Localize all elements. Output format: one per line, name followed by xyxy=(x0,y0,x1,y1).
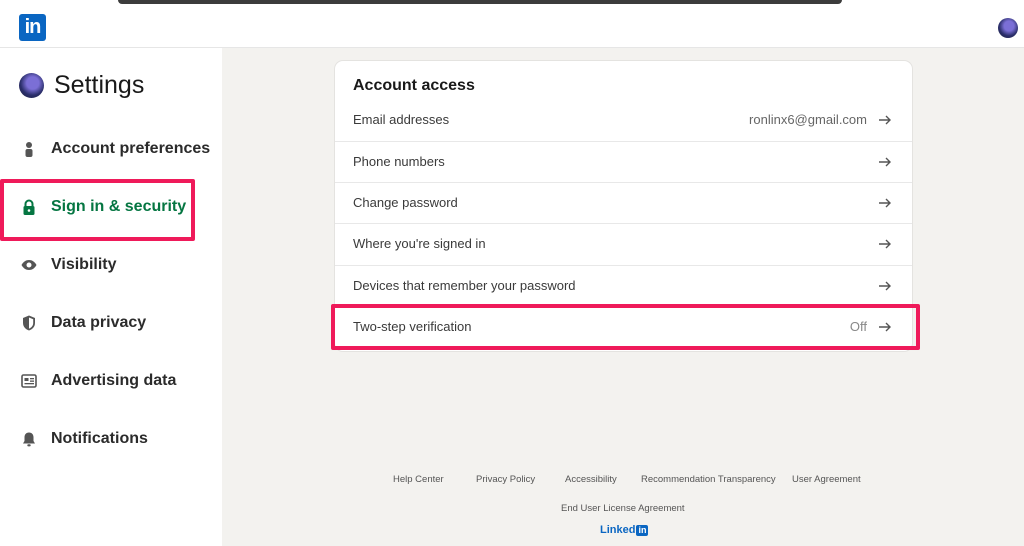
bell-icon xyxy=(23,432,35,447)
sidebar-item-advertising-data[interactable]: Advertising data xyxy=(0,361,222,401)
settings-header: Settings xyxy=(19,70,144,100)
row-two-step-verification[interactable]: Two-step verification Off xyxy=(335,306,912,347)
browser-chrome xyxy=(0,0,1024,7)
active-indicator xyxy=(0,191,2,223)
arrow-right-icon xyxy=(879,157,891,167)
eye-icon xyxy=(21,260,37,270)
row-value: Off xyxy=(849,319,867,334)
browser-tab-strip xyxy=(118,0,842,4)
arrow-right-icon xyxy=(879,115,891,125)
settings-sidebar: Settings Account preferences Sign in & s… xyxy=(0,48,222,546)
section-title: Account access xyxy=(353,77,475,94)
sidebar-item-sign-in-security[interactable]: Sign in & security xyxy=(0,187,222,227)
arrow-right-icon xyxy=(879,322,891,332)
row-label: Phone numbers xyxy=(353,154,445,169)
linkedin-footer-logo: Linked in xyxy=(600,524,649,536)
newspaper-icon xyxy=(21,374,37,388)
linkedin-logo[interactable]: in xyxy=(19,14,46,41)
page-title: Settings xyxy=(54,70,145,99)
row-where-signed-in[interactable]: Where you're signed in xyxy=(335,223,912,264)
sidebar-item-label: Visibility xyxy=(51,256,117,273)
person-icon xyxy=(25,142,33,157)
row-change-password[interactable]: Change password xyxy=(335,182,912,223)
row-label: Two-step verification xyxy=(353,319,472,334)
row-email-addresses[interactable]: Email addresses ronlinx6@gmail.com xyxy=(335,100,912,141)
row-label: Email addresses xyxy=(353,112,450,127)
row-label: Where you're signed in xyxy=(353,236,486,251)
footer-link-accessibility[interactable]: Accessibility xyxy=(565,474,617,485)
account-access-card: Account access Email addresses ronlinx6@… xyxy=(335,61,912,351)
row-phone-numbers[interactable]: Phone numbers xyxy=(335,141,912,182)
row-devices-remember-password[interactable]: Devices that remember your password xyxy=(335,265,912,306)
sidebar-item-label: Advertising data xyxy=(51,372,177,389)
row-label: Devices that remember your password xyxy=(353,278,576,293)
brand-text: Linked xyxy=(600,524,636,536)
arrow-right-icon xyxy=(879,239,891,249)
lock-icon xyxy=(23,199,35,215)
sidebar-item-notifications[interactable]: Notifications xyxy=(0,419,222,459)
footer-link-recommendation-transparency[interactable]: Recommendation Transparency xyxy=(641,474,776,485)
brand-box: in xyxy=(636,524,649,536)
footer-link-help-center[interactable]: Help Center xyxy=(393,474,444,485)
sidebar-item-data-privacy[interactable]: Data privacy xyxy=(0,303,222,343)
row-label: Change password xyxy=(353,195,458,210)
top-navigation-bar: in xyxy=(0,7,1024,48)
sidebar-item-label: Notifications xyxy=(51,430,148,447)
sidebar-item-label: Account preferences xyxy=(51,140,211,157)
profile-avatar[interactable] xyxy=(998,18,1018,38)
sidebar-item-account-preferences[interactable]: Account preferences xyxy=(0,129,222,169)
footer-link-privacy-policy[interactable]: Privacy Policy xyxy=(476,474,535,485)
arrow-right-icon xyxy=(879,198,891,208)
footer-link-user-agreement[interactable]: User Agreement xyxy=(792,474,861,485)
sidebar-item-label: Data privacy xyxy=(51,314,147,331)
row-value: ronlinx6@gmail.com xyxy=(749,112,867,127)
sidebar-item-visibility[interactable]: Visibility xyxy=(0,245,222,285)
shield-icon xyxy=(23,315,35,331)
arrow-right-icon xyxy=(879,281,891,291)
avatar[interactable] xyxy=(19,72,44,98)
sidebar-item-label: Sign in & security xyxy=(51,198,187,215)
footer-link-eula[interactable]: End User License Agreement xyxy=(561,503,685,514)
